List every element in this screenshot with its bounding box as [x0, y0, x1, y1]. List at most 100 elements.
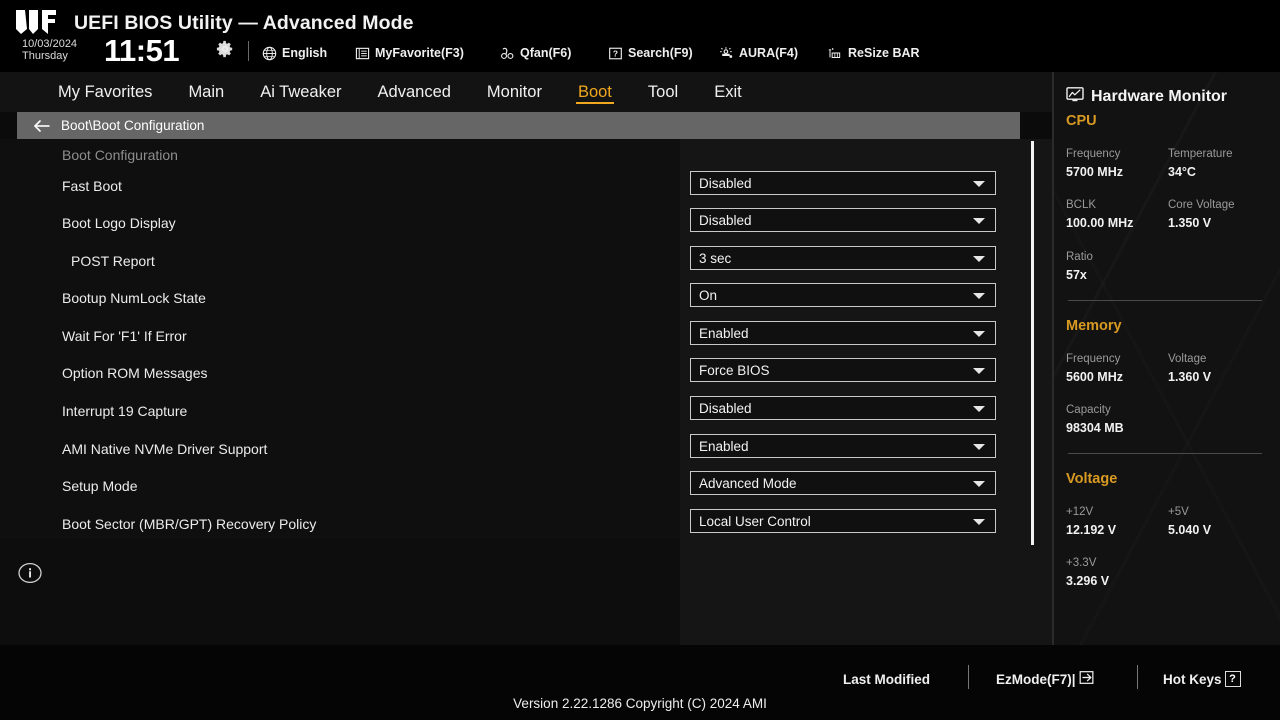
setting-label: AMI Native NVMe Driver Support	[62, 441, 268, 457]
tab-main[interactable]: Main	[178, 72, 234, 112]
hw-value-memory-frequency: 5600 MHz	[1066, 370, 1123, 384]
hw-label-ratio: Ratio	[1066, 251, 1093, 263]
hw-value-cpu-temperature: 34°C	[1168, 165, 1196, 179]
tab-advanced[interactable]: Advanced	[368, 72, 461, 112]
header-item-label: MyFavorite(F3)	[375, 46, 464, 60]
setting-label: Boot Sector (MBR/GPT) Recovery Policy	[62, 516, 317, 532]
header-item-label: English	[282, 46, 328, 60]
info-icon[interactable]	[18, 561, 42, 585]
setting-dropdown[interactable]: 3 sec	[690, 246, 996, 270]
setting-value: Enabled	[699, 438, 749, 454]
tuf-gaming-logo	[16, 10, 56, 34]
hardware-monitor-title-text: Hardware Monitor	[1091, 87, 1228, 105]
setting-row-boot-sector-recovery-policy[interactable]: Boot Sector (MBR/GPT) Recovery Policy Lo…	[0, 505, 1020, 543]
breadcrumb-path: Boot\Boot Configuration	[61, 118, 205, 133]
tab-my-favorites[interactable]: My Favorites	[48, 72, 162, 112]
header-item-label: AURA(F4)	[739, 46, 799, 60]
setting-dropdown[interactable]: Advanced Mode	[690, 471, 996, 495]
last-modified-button[interactable]: Last Modified	[843, 668, 930, 690]
chevron-down-icon	[973, 481, 985, 487]
tab-monitor[interactable]: Monitor	[477, 72, 552, 112]
hw-value-cpu-frequency: 5700 MHz	[1066, 165, 1123, 179]
setting-dropdown[interactable]: Disabled	[690, 208, 996, 232]
setting-dropdown[interactable]: Enabled	[690, 434, 996, 458]
section-title-boot-configuration: Boot Configuration	[62, 147, 178, 163]
hot-keys-key-icon: ?	[1224, 671, 1241, 687]
hw-value-core-voltage: 1.350 V	[1168, 216, 1212, 230]
setting-row-interrupt-19-capture[interactable]: Interrupt 19 Capture Disabled	[0, 392, 1020, 430]
weekday-value: Thursday	[22, 49, 68, 62]
setting-label: Option ROM Messages	[62, 365, 208, 381]
hot-keys-button[interactable]: Hot Keys ?	[1163, 668, 1241, 690]
setting-row-ami-native-nvme-driver-support[interactable]: AMI Native NVMe Driver Support Enabled	[0, 430, 1020, 468]
chevron-down-icon	[973, 293, 985, 299]
hw-section-voltage: Voltage	[1066, 471, 1118, 487]
header-item-search[interactable]: ? Search(F9)	[608, 44, 693, 62]
header-item-label: ReSize BAR	[848, 46, 920, 60]
setting-row-option-rom-messages[interactable]: Option ROM Messages Force BIOS	[0, 354, 1020, 392]
exit-arrow-icon	[1079, 670, 1096, 688]
header-item-aura[interactable]: AURA(F4)	[719, 44, 798, 62]
back-arrow-icon[interactable]	[33, 119, 51, 133]
setting-row-boot-logo-display[interactable]: Boot Logo Display Disabled	[0, 204, 1020, 242]
header-divider	[248, 41, 249, 61]
hw-label-memory-frequency: Frequency	[1066, 353, 1121, 365]
setting-row-wait-for-f1-if-error[interactable]: Wait For 'F1' If Error Enabled	[0, 317, 1020, 355]
header-item-qfan[interactable]: Qfan(F6)	[500, 44, 571, 62]
tab-tool[interactable]: Tool	[638, 72, 688, 112]
list-icon	[355, 46, 370, 61]
setting-dropdown[interactable]: Enabled	[690, 321, 996, 345]
question-icon: ?	[608, 46, 623, 61]
hardware-monitor-title: Hardware Monitor	[1066, 86, 1227, 107]
globe-icon	[262, 46, 277, 61]
header-item-label: Qfan(F6)	[520, 46, 572, 60]
fan-icon	[500, 46, 515, 61]
header-bar: UEFI BIOS Utility — Advanced Mode 10/03/…	[0, 0, 1280, 72]
breadcrumb[interactable]: Boot\Boot Configuration	[17, 112, 1020, 139]
header-item-english[interactable]: English	[262, 44, 327, 62]
monitor-icon	[1066, 86, 1084, 107]
setting-row-setup-mode[interactable]: Setup Mode Advanced Mode	[0, 467, 1020, 505]
chevron-down-icon	[973, 218, 985, 224]
resizebar-icon	[828, 46, 843, 61]
vertical-scrollbar[interactable]	[1031, 141, 1034, 545]
footer-divider-2	[1137, 665, 1138, 689]
setting-label: Setup Mode	[62, 478, 138, 494]
setting-label: Interrupt 19 Capture	[62, 403, 188, 419]
hw-section-cpu: CPU	[1066, 113, 1097, 129]
setting-dropdown[interactable]: Force BIOS	[690, 358, 996, 382]
setting-label: Fast Boot	[62, 178, 122, 194]
setting-dropdown[interactable]: Disabled	[690, 396, 996, 420]
chevron-down-icon	[973, 256, 985, 262]
setting-row-post-report[interactable]: POST Report 3 sec	[0, 242, 1020, 280]
ezmode-button[interactable]: EzMode(F7)|	[996, 668, 1096, 690]
setting-value: Enabled	[699, 325, 749, 341]
hw-label-12v: +12V	[1066, 506, 1094, 518]
hot-keys-label: Hot Keys	[1163, 671, 1222, 687]
chevron-down-icon	[973, 406, 985, 412]
setting-value: Force BIOS	[699, 362, 770, 378]
setting-row-bootup-numlock-state[interactable]: Bootup NumLock State On	[0, 279, 1020, 317]
chevron-down-icon	[973, 331, 985, 337]
tab-boot[interactable]: Boot	[568, 72, 622, 112]
header-item-myfavorite[interactable]: MyFavorite(F3)	[355, 44, 464, 62]
hw-value-memory-voltage: 1.360 V	[1168, 370, 1212, 384]
tab-exit[interactable]: Exit	[704, 72, 752, 112]
header-item-resizebar[interactable]: ReSize BAR	[828, 44, 920, 62]
setting-dropdown[interactable]: Disabled	[690, 171, 996, 195]
gear-icon[interactable]	[216, 40, 234, 58]
hw-label-cpu-temperature: Temperature	[1168, 148, 1233, 160]
setting-dropdown[interactable]: On	[690, 283, 996, 307]
date-display: 10/03/2024 Thursday	[22, 38, 100, 62]
setting-row-fast-boot[interactable]: Fast Boot Disabled	[0, 167, 1020, 205]
main-tab-bar: My Favorites Main Ai Tweaker Advanced Mo…	[0, 72, 1052, 112]
setting-label: Wait For 'F1' If Error	[62, 328, 187, 344]
hw-label-33v: +3.3V	[1066, 557, 1097, 569]
setting-dropdown[interactable]: Local User Control	[690, 509, 996, 533]
hw-label-memory-voltage: Voltage	[1168, 353, 1207, 365]
hw-label-cpu-frequency: Frequency	[1066, 148, 1121, 160]
setting-value: Advanced Mode	[699, 475, 797, 491]
tab-ai-tweaker[interactable]: Ai Tweaker	[250, 72, 351, 112]
hw-divider-1	[1068, 300, 1262, 301]
hw-value-33v: 3.296 V	[1066, 574, 1110, 588]
